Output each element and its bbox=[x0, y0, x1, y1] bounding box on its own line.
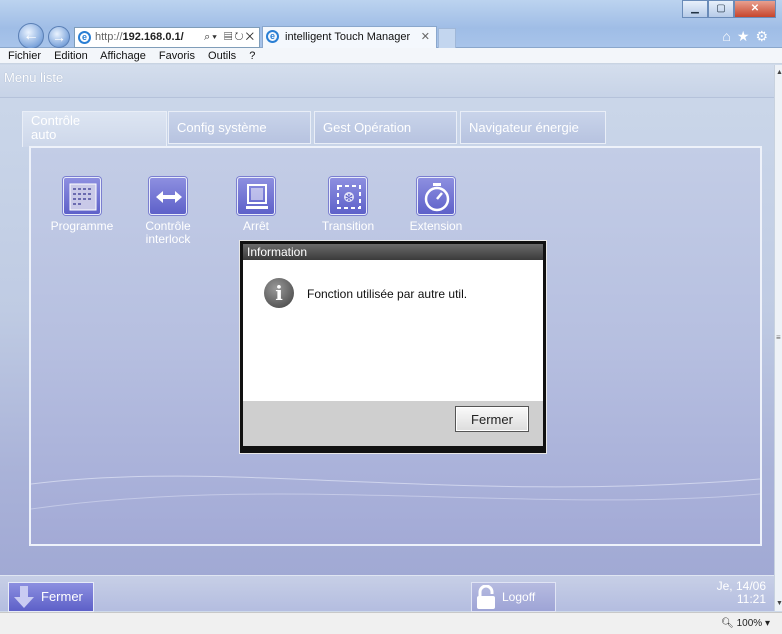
search-icon[interactable]: ⌕ bbox=[204, 31, 212, 43]
minimize-button[interactable]: ▁ bbox=[682, 0, 708, 18]
window-controls: ▁ ▢ ✕ bbox=[682, 0, 776, 18]
function-label-2: interlock bbox=[145, 232, 191, 246]
tab-config-systeme[interactable]: Config système bbox=[168, 111, 311, 144]
time-text: 11:21 bbox=[736, 592, 766, 606]
tab-gest-operation[interactable]: Gest Opération bbox=[314, 111, 457, 144]
menu-affichage[interactable]: Affichage bbox=[100, 50, 146, 62]
app-viewport: Menu liste Contrôle auto Config système … bbox=[0, 65, 774, 611]
interlock-arrows-icon bbox=[149, 177, 187, 215]
tab-label: Gest Opération bbox=[323, 120, 412, 135]
decorative-curve bbox=[31, 475, 760, 510]
browser-tab[interactable]: e intelligent Touch Manager ✕ bbox=[262, 26, 437, 48]
address-host: 192.168.0.1/ bbox=[122, 31, 184, 43]
fermer-button[interactable]: Fermer bbox=[8, 582, 94, 612]
fermer-label: Fermer bbox=[41, 589, 83, 604]
dialog-body: i Fonction utilisée par autre util. bbox=[243, 260, 543, 401]
new-tab-button[interactable] bbox=[438, 28, 456, 48]
browser-right-icons: ⌂★⚙ bbox=[722, 28, 774, 45]
zoom-icon: 🔍︎ bbox=[721, 618, 734, 629]
vertical-scrollbar[interactable]: ▲ ≡ ▼ bbox=[774, 65, 782, 611]
scroll-down-icon[interactable]: ▼ bbox=[776, 600, 782, 607]
back-button[interactable]: ← bbox=[18, 23, 44, 49]
menu-help[interactable]: ? bbox=[249, 50, 255, 62]
down-arrow-icon bbox=[14, 586, 34, 608]
home-icon[interactable]: ⌂ bbox=[722, 28, 736, 44]
date-time-display: Je, 14/06 11:21 bbox=[717, 580, 766, 606]
information-dialog: Information i Fonction utilisée par autr… bbox=[239, 240, 547, 454]
app-bottom-bar: Fermer Logoff Je, 14/06 11:21 bbox=[0, 575, 774, 612]
menu-edition[interactable]: Edition bbox=[54, 50, 88, 62]
stop-icon[interactable]: ✕ bbox=[246, 31, 256, 43]
browser-titlebar: ← → e http://192.168.0.1/ ⌕▾ ▤↻✕ e intel… bbox=[0, 0, 782, 49]
menu-fichier[interactable]: Fichier bbox=[8, 50, 41, 62]
tab-controle-auto[interactable]: Contrôle auto bbox=[22, 111, 167, 147]
forward-arrow-icon: → bbox=[52, 29, 66, 45]
dialog-title: Information bbox=[243, 244, 543, 260]
address-bar[interactable]: e http://192.168.0.1/ ⌕▾ ▤↻✕ bbox=[74, 27, 260, 48]
logoff-label: Logoff bbox=[502, 590, 536, 604]
address-tools[interactable]: ⌕▾ ▤↻✕ bbox=[204, 28, 256, 47]
browser-statusbar: 🔍︎ 100% ▾ bbox=[0, 612, 782, 634]
transition-icon: ✻ bbox=[329, 177, 367, 215]
function-programme[interactable]: Programme bbox=[42, 177, 122, 233]
function-label: Programme bbox=[50, 219, 114, 233]
date-text: Je, 14/06 bbox=[716, 579, 766, 593]
stop-icon bbox=[237, 177, 275, 215]
tab-navigateur-energie[interactable]: Navigateur énergie bbox=[460, 111, 606, 144]
tab-close-icon[interactable]: ✕ bbox=[421, 27, 430, 48]
maximize-button[interactable]: ▢ bbox=[708, 0, 734, 18]
tab-title: intelligent Touch Manager bbox=[285, 31, 411, 43]
tab-label-line2: auto bbox=[31, 127, 57, 142]
browser-menubar: Fichier Edition Affichage Favoris Outils… bbox=[0, 48, 782, 64]
timer-icon bbox=[417, 177, 455, 215]
close-window-button[interactable]: ✕ bbox=[734, 0, 776, 18]
compat-icon[interactable]: ▤ bbox=[224, 31, 234, 43]
ie-icon: e bbox=[78, 31, 91, 44]
tab-label: Navigateur énergie bbox=[469, 120, 579, 135]
menu-liste-header: Menu liste bbox=[0, 65, 774, 98]
settings-gear-icon[interactable]: ⚙ bbox=[755, 28, 774, 44]
function-label: Extension bbox=[409, 219, 463, 233]
info-icon: i bbox=[264, 278, 294, 308]
menu-favoris[interactable]: Favoris bbox=[159, 50, 195, 62]
lock-icon bbox=[477, 585, 495, 609]
back-arrow-icon: ← bbox=[23, 27, 39, 44]
scroll-grip-icon[interactable]: ≡ bbox=[776, 333, 781, 342]
function-label: Arrêt bbox=[242, 219, 269, 233]
function-controle-interlock[interactable]: Contrôle interlock bbox=[128, 177, 208, 246]
zoom-control[interactable]: 🔍︎ 100% ▾ bbox=[721, 618, 770, 629]
address-prefix: http:// bbox=[95, 31, 123, 43]
logoff-button[interactable]: Logoff bbox=[471, 582, 556, 612]
function-label: Transition bbox=[321, 219, 375, 233]
function-label: Contrôle bbox=[145, 219, 191, 233]
function-transition[interactable]: ✻ Transition bbox=[308, 177, 388, 233]
tab-label-line1: Contrôle bbox=[31, 113, 81, 128]
tab-ie-icon: e bbox=[266, 30, 279, 43]
forward-button[interactable]: → bbox=[48, 26, 70, 48]
favorites-star-icon[interactable]: ★ bbox=[737, 28, 756, 44]
menu-outils[interactable]: Outils bbox=[208, 50, 236, 62]
scroll-up-icon[interactable]: ▲ bbox=[776, 69, 782, 76]
function-arret[interactable]: Arrêt bbox=[216, 177, 296, 233]
dialog-message: Fonction utilisée par autre util. bbox=[307, 287, 468, 301]
calendar-icon bbox=[63, 177, 101, 215]
dialog-footer: Fermer bbox=[243, 401, 543, 446]
zoom-level: 100% bbox=[736, 618, 763, 629]
svg-text:✻: ✻ bbox=[345, 193, 353, 204]
function-extension[interactable]: Extension bbox=[396, 177, 476, 233]
refresh-icon[interactable]: ↻ bbox=[234, 31, 245, 43]
tab-label: Config système bbox=[177, 120, 267, 135]
dialog-fermer-button[interactable]: Fermer bbox=[455, 406, 529, 432]
